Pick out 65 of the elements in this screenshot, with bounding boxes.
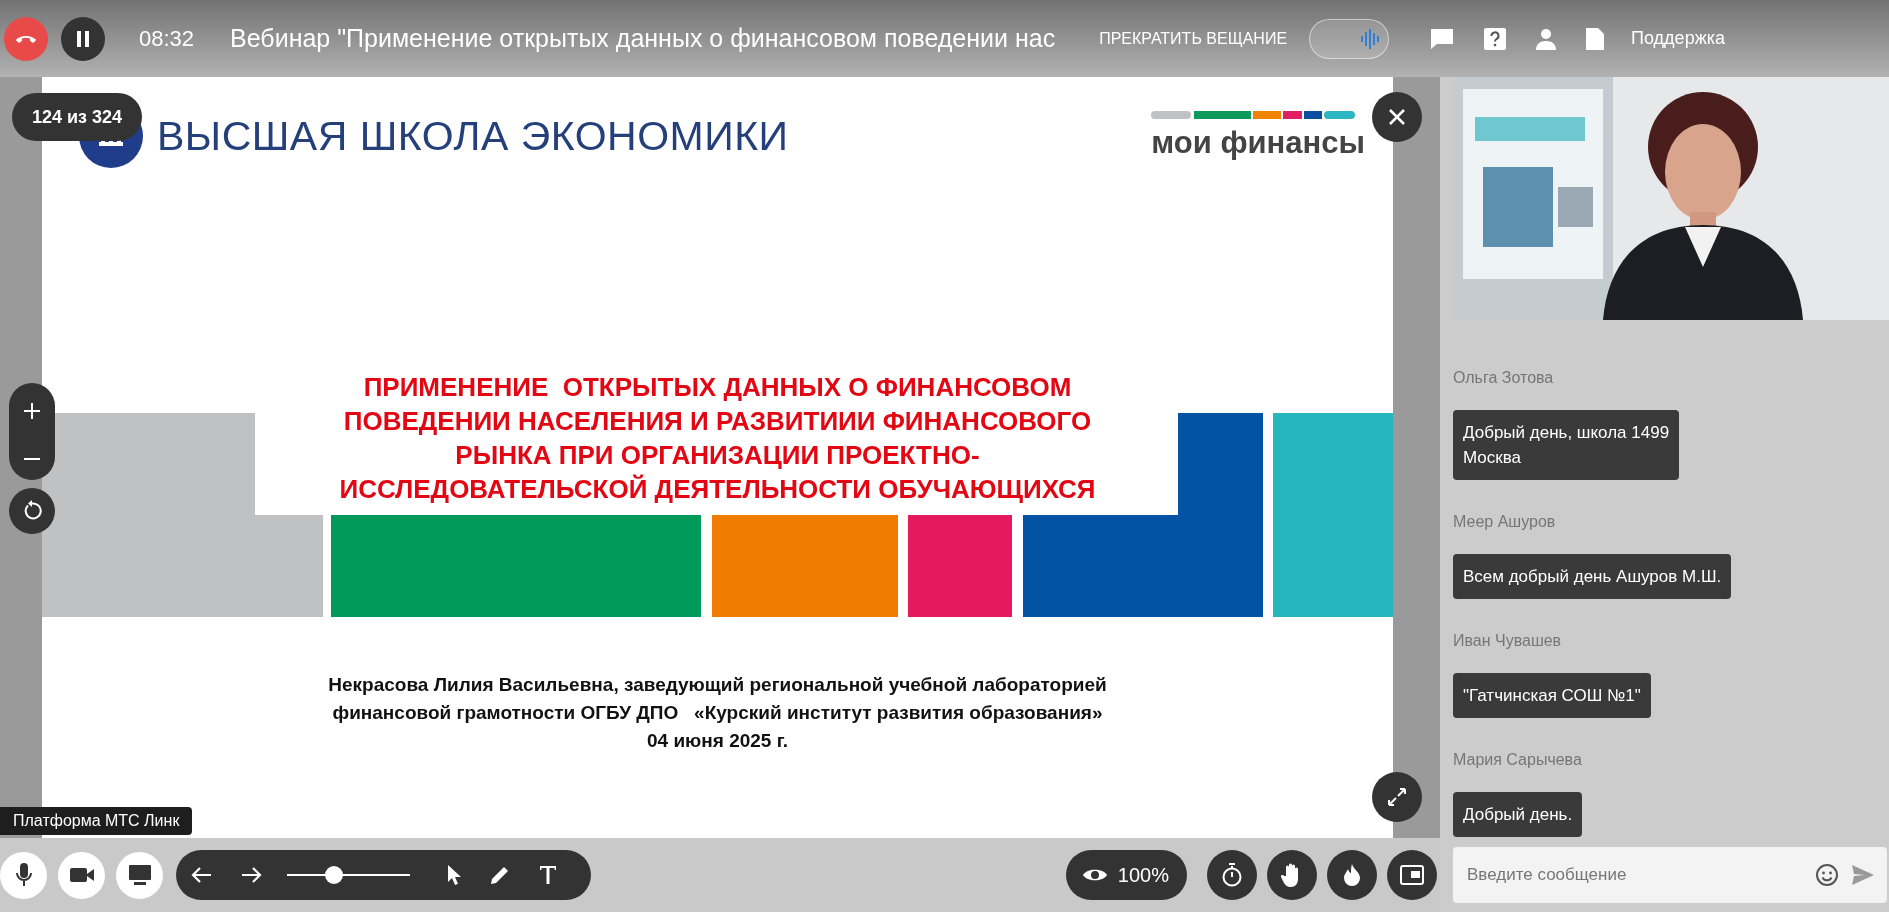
reaction-button[interactable]: [1327, 850, 1377, 900]
pen-tool-button[interactable]: [489, 864, 511, 886]
sender-name: Мария Сарычева: [1453, 750, 1582, 770]
organization-name: ВЫСШАЯ ШКОЛА ЭКОНОМИКИ: [157, 112, 789, 160]
picture-in-picture-button[interactable]: [1387, 850, 1437, 900]
message-input[interactable]: Введите сообщение: [1465, 864, 1803, 886]
close-button[interactable]: [1372, 92, 1422, 142]
close-icon: [1387, 107, 1407, 127]
sound-wave-icon: [1360, 27, 1381, 50]
emoji-icon[interactable]: [1815, 863, 1839, 887]
text-tool-icon: [539, 865, 557, 885]
reset-zoom-button[interactable]: [9, 488, 55, 534]
webinar-title: Вебинар "Применение открытых данных о финансовом поведении нас: [230, 24, 1056, 53]
message-bubble: Добрый день.: [1453, 792, 1583, 837]
sender-name: Меер Ашуров: [1453, 512, 1556, 532]
help-icon[interactable]: [1483, 26, 1508, 51]
minus-icon: [23, 457, 41, 462]
flame-icon: [1342, 863, 1362, 887]
camera-icon: [68, 866, 95, 884]
broadcast-timer: 08:32: [139, 25, 195, 52]
microphone-button[interactable]: [0, 851, 47, 899]
slide-title: ПРИМЕНЕНИЕ ОТКРЫТЫХ ДАННЫХ О ФИНАНСОВОМ ПОВЕДЕНИИ НАСЕЛЕНИЯ И РАЗВИТИИИ ФИНАНСОВОГО РЫНКА ПРИ ОРГАНИЗАЦИИ ПРОЕКТНО- ИССЛЕДОВАТЕЛЬСКОЙ ДЕЯТЕЛЬНОСТИ ОБУЧАЮЩИХСЯ: [339, 371, 1096, 506]
microphone-icon: [14, 862, 33, 888]
zoom-out-button[interactable]: [23, 457, 41, 462]
user-icon[interactable]: [1535, 27, 1558, 50]
send-icon[interactable]: [1851, 864, 1875, 886]
text-tool-button[interactable]: [539, 865, 557, 885]
document-icon[interactable]: [1585, 26, 1606, 51]
support-link[interactable]: Поддержка: [1631, 28, 1725, 49]
timer-button[interactable]: [1207, 850, 1257, 900]
brush-size-slider[interactable]: [287, 865, 410, 885]
pencil-icon: [489, 864, 511, 886]
cursor-icon: [446, 864, 462, 886]
pointer-tool-button[interactable]: [446, 864, 462, 886]
tooltip: Платформа МТС Линк: [0, 807, 193, 835]
plus-icon: [23, 401, 41, 420]
slide-counter: 124 из 324: [12, 93, 143, 141]
raise-hand-button[interactable]: [1267, 850, 1317, 900]
chat-icon[interactable]: [1429, 26, 1456, 51]
window-icon: [1400, 865, 1424, 885]
arrow-left-icon: [190, 866, 212, 884]
sender-name: Ольга Зотова: [1453, 368, 1554, 388]
message-field[interactable]: Введите сообщение: [1453, 847, 1887, 903]
camera-button[interactable]: [58, 851, 105, 899]
previous-slide-button[interactable]: [190, 866, 212, 884]
next-slide-button[interactable]: [241, 866, 263, 884]
screen-share-button[interactable]: [116, 851, 163, 899]
stop-broadcast-button[interactable]: ПРЕКРАТИТЬ ВЕЩАНИЕ: [1099, 29, 1288, 48]
fullscreen-button[interactable]: [1372, 772, 1422, 822]
message-bubble: Добрый день, школа 1499 Москва: [1453, 410, 1680, 480]
stopwatch-icon: [1221, 863, 1243, 887]
hang-up-button[interactable]: [4, 16, 48, 61]
message-bubble: Всем добрый день Ашуров М.Ш.: [1453, 554, 1732, 599]
phone-icon: [15, 34, 37, 43]
message-bubble: "Гатчинская СОШ №1": [1453, 673, 1651, 718]
brand-name: мои финансы: [1151, 125, 1365, 161]
pause-button[interactable]: [61, 16, 105, 61]
expand-icon: [1387, 787, 1407, 807]
arrow-right-icon: [241, 866, 263, 884]
viewer-zoom-button[interactable]: 100%: [1065, 850, 1187, 900]
author-info: Некрасова Лилия Васильевна, заведующий региональной учебной лабораторией финансовой грамотности ОГБУ ДПО «Курский институт развития образования» 04 июня 2025 г.: [328, 673, 1107, 753]
sender-name: Иван Чувашев: [1453, 631, 1562, 651]
pause-icon: [75, 29, 91, 48]
monitor-icon: [127, 864, 152, 886]
zoom-in-button[interactable]: [23, 401, 41, 420]
